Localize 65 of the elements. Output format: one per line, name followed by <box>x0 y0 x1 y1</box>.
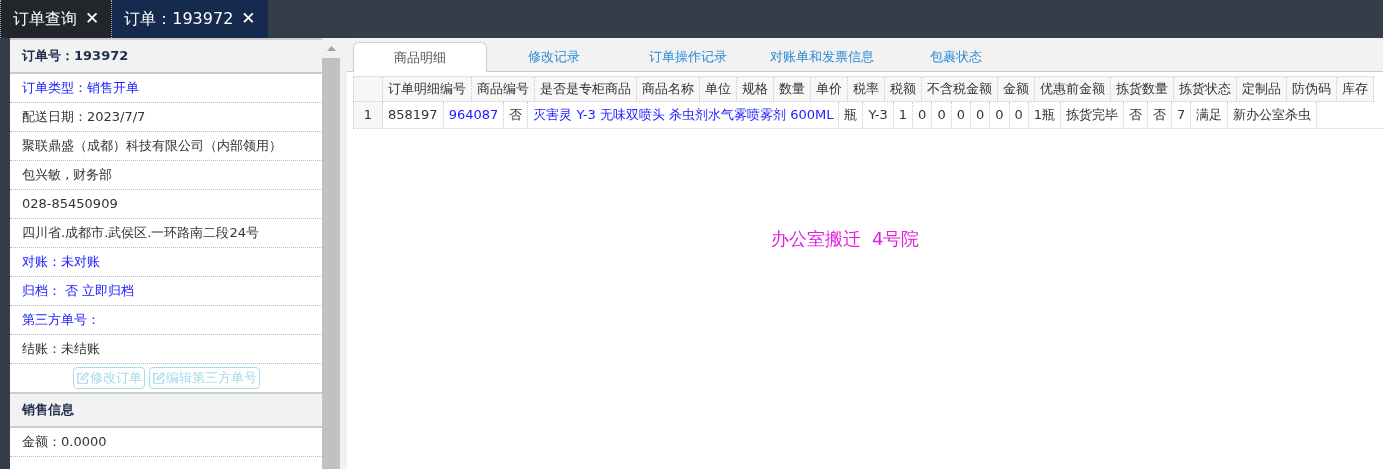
pencil-icon <box>75 371 90 385</box>
table-cell: 7 <box>1172 102 1192 128</box>
info-text: 订单类型：销售开单 <box>22 79 139 98</box>
table-cell: 858197 <box>383 102 444 128</box>
table-cell: 拣货完毕 <box>1061 102 1125 128</box>
column-header: 是否是专柜商品 <box>535 77 637 101</box>
info-text: 聚联鼎盛（成都）科技有限公司（内部领用） <box>22 137 282 156</box>
section-header: 销售信息 <box>10 394 322 428</box>
column-header: 防伪码 <box>1287 77 1337 101</box>
column-header: 商品编号 <box>472 77 535 101</box>
column-header: 定制品 <box>1237 77 1287 101</box>
column-header: 数量 <box>774 77 811 101</box>
scroll-up-icon[interactable] <box>326 45 336 51</box>
info-text: 第三方单号： <box>22 311 100 330</box>
info-text: 归档： 否 <box>22 282 79 301</box>
table-cell: 满足 <box>1191 102 1229 128</box>
tab[interactable]: 订单查询 ✕ <box>0 0 113 38</box>
table-cell: 0 <box>932 102 952 128</box>
table-cell: 0 <box>913 102 933 128</box>
column-header: 单位 <box>700 77 737 101</box>
row-number: 1 <box>353 102 383 128</box>
table-cell: 否 <box>1124 102 1149 128</box>
column-header: 优惠前金额 <box>1035 77 1111 101</box>
column-header: 金额 <box>998 77 1035 101</box>
info-text: 金额：0.0000 <box>22 433 107 452</box>
info-text: 028-85450909 <box>22 195 118 214</box>
table-cell: 瓶 <box>839 102 864 128</box>
info-text: 四川省.成都市.武侯区.一环路南二段24号 <box>22 224 259 243</box>
info-text: 配送日期：2023/7/7 <box>22 108 146 127</box>
column-header: 规格 <box>737 77 774 101</box>
close-icon[interactable]: ✕ <box>85 6 100 32</box>
column-header: 税额 <box>885 77 922 101</box>
column-header: 拣货数量 <box>1111 77 1174 101</box>
remark-text: 办公室搬迁 4号院 <box>770 227 920 251</box>
detail-tab[interactable]: 商品明细 <box>353 42 487 72</box>
detail-tab[interactable]: 订单操作记录 <box>621 42 755 72</box>
table-cell: 否 <box>504 102 529 128</box>
column-header: 不含税金额 <box>922 77 998 101</box>
info-text: 结账：未结账 <box>22 340 100 359</box>
table-cell: 0 <box>990 102 1010 128</box>
tab[interactable]: 订单：193972 ✕ <box>112 0 268 38</box>
column-header: 单价 <box>811 77 848 101</box>
order-number-header: 订单号：193972 <box>10 40 322 74</box>
column-header: 订单明细编号 <box>383 77 472 101</box>
link-cell[interactable]: 964087 <box>443 102 505 128</box>
table-cell: 0 <box>970 102 991 128</box>
table-cell: 新办公室杀虫 <box>1228 102 1318 128</box>
pencil-icon <box>151 371 166 385</box>
close-icon[interactable]: ✕ <box>241 6 256 32</box>
column-header: 库存 <box>1337 77 1374 101</box>
column-header: 商品名称 <box>637 77 700 101</box>
table-cell: 1 <box>893 102 914 128</box>
table-cell: 1瓶 <box>1028 102 1062 128</box>
detail-tab[interactable]: 包裹状态 <box>889 42 1023 72</box>
table-cell: 0 <box>951 102 971 128</box>
table-cell: 否 <box>1148 102 1173 128</box>
table-cell: Y-3 <box>863 102 894 128</box>
info-text: 对账：未对账 <box>22 253 100 272</box>
info-text: 包兴敏 , 财务部 <box>22 166 113 185</box>
archive-link[interactable]: 立即归档 <box>82 281 135 301</box>
table-cell: 0 <box>1009 102 1029 128</box>
link-cell[interactable]: 灭害灵 Y-3 无味双喷头 杀虫剂水气雾喷雾剂 600ML <box>528 102 840 128</box>
scrollbar[interactable] <box>322 38 340 469</box>
column-header: 拣货状态 <box>1174 77 1237 101</box>
column-header: 税率 <box>848 77 885 101</box>
